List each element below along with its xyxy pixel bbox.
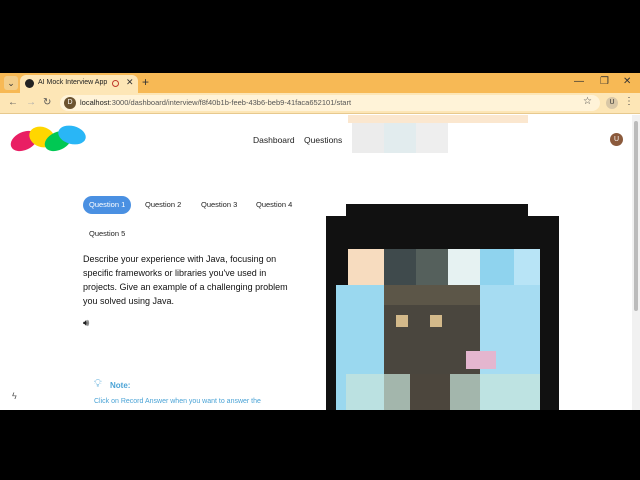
back-icon[interactable]: ←	[8, 97, 18, 108]
nav-dashboard[interactable]: Dashboard	[253, 135, 295, 145]
tab-title: AI Mock Interview App	[38, 79, 108, 86]
tab-close-icon[interactable]: ✕	[126, 77, 134, 88]
app-logo[interactable]	[10, 123, 90, 153]
lightbulb-icon: 💡︎	[94, 378, 102, 390]
browser-window: ⌄ AI Mock Interview App ✕ + — ❐ ✕ ← → ↻ …	[0, 73, 640, 410]
pixelated-overlay	[348, 115, 528, 123]
reload-icon[interactable]: ↻	[43, 97, 51, 108]
speaker-icon[interactable]: 🔊︎	[83, 318, 89, 329]
tab-search-icon[interactable]: ⌄	[4, 76, 18, 90]
address-bar: ← → ↻ D localhost:3000/dashboard/intervi…	[0, 93, 640, 114]
scrollbar-thumb[interactable]	[634, 121, 638, 311]
nav-questions[interactable]: Questions	[304, 135, 342, 145]
pixelated-block	[384, 123, 416, 153]
webcam-preview	[326, 204, 559, 410]
pixelated-block	[416, 123, 448, 153]
browser-tab[interactable]: AI Mock Interview App ✕	[20, 75, 138, 93]
user-avatar[interactable]: U	[610, 133, 623, 146]
question-tab-4[interactable]: Question 4	[250, 196, 298, 214]
recording-indicator-icon	[112, 80, 119, 87]
page-content: Dashboard Questions U Question 1 Questio…	[0, 115, 632, 410]
url-host: localhost	[80, 98, 110, 107]
note-text: Click on Record Answer when you want to …	[94, 398, 261, 405]
url-path: :3000/dashboard/interview/f8f40b1b-feeb-…	[109, 98, 352, 107]
browser-profile-avatar[interactable]: U	[606, 97, 618, 109]
bookmark-star-icon[interactable]: ☆	[583, 96, 592, 107]
site-info-icon[interactable]: D	[64, 97, 76, 109]
tab-favicon-icon	[25, 79, 34, 88]
forward-icon[interactable]: →	[26, 97, 36, 108]
question-tab-3[interactable]: Question 3	[195, 196, 243, 214]
question-tab-2[interactable]: Question 2	[139, 196, 187, 214]
minimize-icon[interactable]: —	[574, 76, 584, 87]
page-scrollbar[interactable]	[632, 115, 640, 410]
window-close-icon[interactable]: ✕	[623, 76, 631, 87]
question-tab-1[interactable]: Question 1	[83, 196, 132, 214]
bolt-icon[interactable]: ϟ	[12, 391, 17, 401]
browser-menu-icon[interactable]: ⋮	[624, 96, 634, 107]
restore-icon[interactable]: ❐	[600, 76, 609, 87]
url-field[interactable]: D localhost:3000/dashboard/interview/f8f…	[60, 95, 600, 111]
question-text: Describe your experience with Java, focu…	[83, 254, 288, 306]
pixelated-block	[352, 123, 384, 153]
note-title: Note:	[110, 381, 131, 390]
tab-bar: ⌄ AI Mock Interview App ✕ + — ❐ ✕	[0, 73, 640, 93]
question-tab-5[interactable]: Question 5	[83, 225, 131, 243]
new-tab-icon[interactable]: +	[142, 75, 149, 89]
